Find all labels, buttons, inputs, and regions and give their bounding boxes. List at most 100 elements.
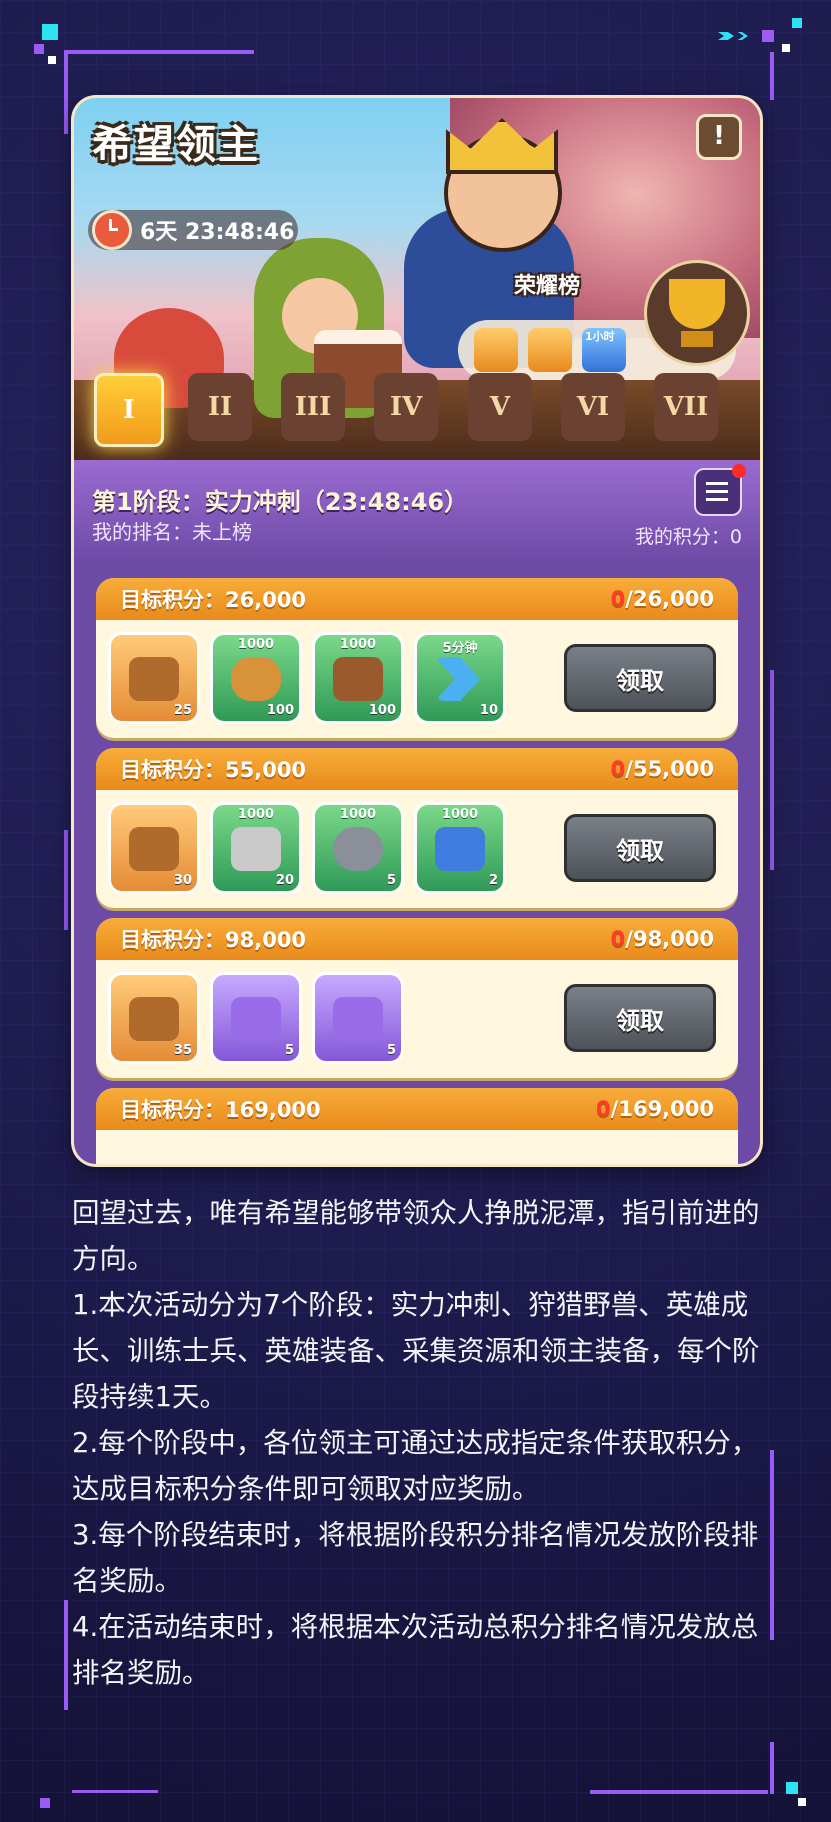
food-chest-icon [129, 657, 179, 701]
info-button[interactable]: ! [696, 114, 742, 160]
stage-tab-7[interactable]: VII [654, 373, 718, 441]
reward-card: 目标积分：169,000 0/169,000 [96, 1088, 738, 1164]
reward-item[interactable]: 1000 5 [312, 802, 404, 894]
my-score: 我的积分：0 [634, 526, 742, 548]
item-amount: 1000 [339, 637, 377, 652]
reward-item[interactable]: 35 [108, 972, 200, 1064]
reward-card-header: 目标积分：98,000 0/98,000 [96, 918, 738, 960]
ranking-list-button[interactable] [694, 464, 746, 516]
frame-line-right-mid [770, 670, 774, 870]
corner-square [762, 30, 774, 42]
trophy-icon[interactable] [644, 260, 750, 366]
frame-line-left-mid [64, 830, 68, 930]
corner-square [792, 18, 802, 28]
stage-tab-4[interactable]: IV [374, 373, 438, 441]
corner-square [34, 44, 44, 54]
item-amount: 1000 [441, 807, 479, 822]
reward-card-header: 目标积分：26,000 0/26,000 [96, 578, 738, 620]
reward-items: 30 1000 20 1000 5 1000 2 [108, 802, 506, 894]
list-icon-line [706, 490, 728, 493]
frame-line-bottom-left [72, 1790, 158, 1793]
reward-list[interactable]: 目标积分：26,000 0/26,000 25 1000 100 1000 100 … [74, 564, 760, 1164]
item-amount: 1000 [237, 807, 275, 822]
item-amount: 5分钟 [442, 641, 478, 656]
reward-item[interactable]: 1000 100 [312, 632, 404, 724]
score-current: 0 [610, 757, 626, 781]
reward-item[interactable]: 1000 100 [210, 632, 302, 724]
reward-card: 目标积分：26,000 0/26,000 25 1000 100 1000 100 … [96, 578, 738, 738]
item-count: 5 [386, 873, 396, 888]
food-chest-icon [129, 827, 179, 871]
item-amount: 1000 [237, 637, 275, 652]
reward-item[interactable]: 25 [108, 632, 200, 724]
target-score-label: 目标积分：55,000 [120, 758, 307, 782]
food-chest-icon [129, 997, 179, 1041]
description-paragraph: 1.本次活动分为7个阶段：实力冲刺、狩猎野兽、英雄成长、训练士兵、英雄装备、采集… [72, 1289, 760, 1413]
claim-button[interactable]: 领取 [564, 984, 716, 1052]
item-count: 35 [173, 1043, 192, 1058]
reward-item[interactable]: 1000 20 [210, 802, 302, 894]
mana-potion-icon [435, 827, 485, 871]
item-count: 20 [275, 873, 294, 888]
honor-list-label: 荣耀榜 [514, 274, 581, 299]
description-paragraph: 4.在活动结束时，将根据本次活动总积分排名情况发放总排名奖励。 [72, 1611, 759, 1689]
trophy-base-art [681, 331, 713, 347]
reward-item[interactable]: 5 [312, 972, 404, 1064]
frame-line-right-low [770, 1450, 774, 1640]
reward-card-header: 目标积分：169,000 0/169,000 [96, 1088, 738, 1130]
item-count: 100 [266, 703, 294, 718]
score-current: 0 [596, 1097, 611, 1121]
stage-tab-3[interactable]: III [281, 373, 345, 441]
reward-item[interactable]: 1000 2 [414, 802, 506, 894]
bread-icon [231, 657, 281, 701]
score-current: 0 [610, 927, 626, 951]
score-progress: 0/55,000 [611, 757, 714, 781]
score-total: /98,000 [625, 927, 714, 951]
score-progress: 0/169,000 [596, 1097, 714, 1121]
item-count: 100 [368, 703, 396, 718]
corner-square [782, 44, 790, 52]
reward-item[interactable]: 5 [210, 972, 302, 1064]
notification-dot [732, 464, 746, 478]
stone-icon [231, 827, 281, 871]
reward-items: 35 5 5 [108, 972, 404, 1064]
reward-items: 25 1000 100 1000 100 5分钟 10 [108, 632, 506, 724]
target-score-label: 目标积分：26,000 [120, 588, 307, 612]
claim-button[interactable]: 领取 [564, 814, 716, 882]
stage-tab-5[interactable]: V [468, 373, 532, 441]
phase-title: 第1阶段：实力冲刺（23:48:46） [92, 488, 469, 516]
my-rank: 我的排名：未上榜 [92, 520, 252, 544]
target-score-label: 目标积分：169,000 [120, 1098, 321, 1122]
score-total: /26,000 [625, 587, 714, 611]
trophy-cup-art [669, 279, 725, 329]
corner-square [42, 24, 58, 40]
frame-line-bottom-right [590, 1790, 768, 1794]
iron-icon [333, 827, 383, 871]
corner-square [40, 1798, 50, 1808]
item-amount: 1000 [339, 807, 377, 822]
event-timer: 6天 23:48:46 [88, 210, 298, 250]
frame-line-left-low [64, 1600, 68, 1710]
event-timer-text: 6天 23:48:46 [140, 220, 295, 245]
purple-book-icon [231, 997, 281, 1041]
stage-tab-1[interactable]: I [94, 373, 164, 447]
reward-card-header: 目标积分：55,000 0/55,000 [96, 748, 738, 790]
claim-button[interactable]: 领取 [564, 644, 716, 712]
reward-item[interactable]: 30 [108, 802, 200, 894]
item-count: 30 [173, 873, 192, 888]
list-icon-line [706, 498, 728, 501]
corner-square [48, 56, 56, 64]
description-paragraph: 回望过去，唯有希望能够带领众人挣脱泥潭，指引前进的方向。 [72, 1197, 760, 1275]
list-icon-line [706, 482, 728, 485]
event-banner: 希望领主 ! 6天 23:48:46 荣耀榜 1小时 I II III IV V… [74, 98, 760, 460]
score-total: /55,000 [625, 757, 714, 781]
stage-tab-6[interactable]: VI [561, 373, 625, 441]
event-panel: 希望领主 ! 6天 23:48:46 荣耀榜 1小时 I II III IV V… [74, 98, 760, 1164]
speedup-badge: 1小时 [585, 330, 615, 343]
stage-tab-2[interactable]: II [188, 373, 252, 441]
phase-header: 第1阶段：实力冲刺（23:48:46） 我的排名：未上榜 我的积分：0 [74, 460, 760, 564]
reward-card: 目标积分：55,000 0/55,000 30 1000 20 1000 5 100… [96, 748, 738, 908]
reward-item[interactable]: 5分钟 10 [414, 632, 506, 724]
wood-icon [333, 657, 383, 701]
stage-tabs: I II III IV V VI VII [94, 373, 744, 453]
